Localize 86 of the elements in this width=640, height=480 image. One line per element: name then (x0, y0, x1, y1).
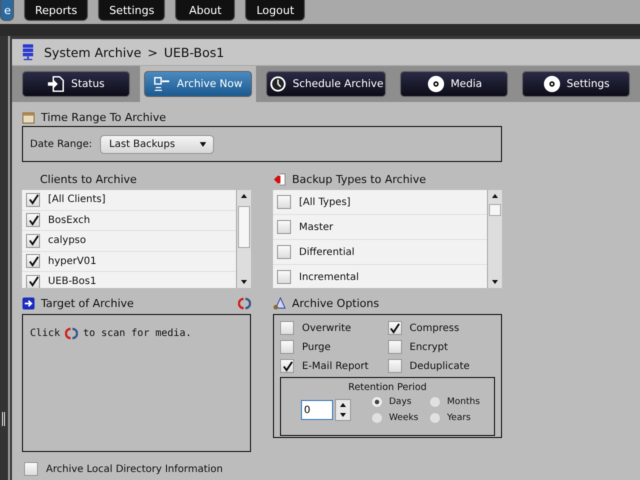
list-item[interactable]: hyperV01 (22, 252, 236, 272)
nav-button[interactable]: Reports (24, 0, 88, 21)
checkbox[interactable] (388, 340, 402, 354)
checkbox[interactable] (280, 359, 294, 373)
list-item[interactable]: BosExch (22, 210, 236, 231)
list-item[interactable]: UEB-Bos1 (22, 272, 236, 288)
breadcrumb-link[interactable]: System Archive (44, 44, 142, 60)
list-item[interactable]: calypso (22, 231, 236, 252)
drive-arrow-icon (22, 296, 35, 310)
checkbox[interactable] (26, 234, 40, 248)
refresh-icon[interactable] (238, 296, 251, 310)
checkbox[interactable] (388, 321, 402, 335)
checkbox[interactable] (280, 340, 294, 354)
nav-button[interactable]: About (175, 0, 236, 21)
disc-icon (542, 75, 561, 93)
option-checkbox[interactable]: Overwrite (280, 321, 388, 335)
checkbox[interactable] (26, 192, 40, 207)
unit-radio[interactable]: Months (429, 396, 489, 408)
checkbox[interactable] (277, 245, 291, 259)
scroll-thumb[interactable] (489, 204, 501, 216)
section-title: Clients to Archive (39, 172, 137, 186)
clock-icon (268, 75, 287, 93)
radio-button[interactable] (429, 396, 441, 408)
scrollbar[interactable] (236, 190, 251, 288)
refresh-icon[interactable] (65, 327, 78, 340)
option-checkbox[interactable]: E-Mail Report (280, 359, 388, 373)
tag-icon (273, 172, 286, 186)
checkbox[interactable] (277, 270, 291, 284)
document-arrow-icon (47, 75, 66, 93)
checkbox[interactable] (388, 359, 402, 373)
list-item[interactable]: [All Types] (273, 190, 487, 215)
checkbox[interactable] (277, 195, 291, 209)
hint-text: to scan for media. (83, 328, 192, 339)
unit-radio[interactable]: Years (429, 412, 489, 424)
section-title: Backup Types to Archive (292, 172, 426, 186)
nav-button[interactable]: e (0, 0, 14, 21)
section-title: Archive Options (292, 296, 380, 310)
list-item[interactable]: [All Clients] (22, 190, 236, 210)
radio-button[interactable] (371, 412, 383, 424)
option-checkbox[interactable]: Encrypt (388, 340, 495, 354)
calendar-icon (22, 110, 35, 124)
nav-button[interactable]: Settings (98, 0, 166, 21)
scroll-up-icon[interactable] (240, 193, 248, 199)
checkbox[interactable] (280, 321, 294, 335)
option-checkbox[interactable]: Purge (280, 340, 388, 354)
scroll-down-icon[interactable] (491, 279, 499, 285)
checkbox[interactable] (26, 254, 40, 268)
gear-triangle-icon (273, 296, 286, 310)
hint-text: Click (30, 328, 60, 339)
checkbox[interactable] (24, 462, 38, 476)
tab[interactable]: Schedule Archive (266, 71, 386, 97)
radio-button[interactable] (371, 396, 383, 408)
checkbox[interactable] (26, 213, 40, 228)
option-checkbox[interactable]: Deduplicate (388, 359, 495, 373)
list-item[interactable]: Differential (273, 240, 487, 265)
scrollbar[interactable] (487, 190, 502, 288)
tab[interactable]: Settings (522, 71, 630, 97)
archive-icon (152, 75, 171, 93)
breadcrumb-current: UEB-Bos1 (164, 44, 224, 60)
breadcrumb-separator: > (147, 44, 158, 60)
option-checkbox[interactable]: Compress (388, 321, 495, 335)
caret-icon (199, 140, 208, 148)
section-title: Time Range To Archive (41, 110, 166, 124)
scroll-up-icon[interactable] (491, 193, 499, 199)
list-item[interactable]: Master (273, 215, 487, 240)
scroll-down-icon[interactable] (240, 279, 248, 285)
checkbox[interactable] (277, 220, 291, 234)
spinner[interactable] (335, 399, 351, 421)
resize-handle[interactable] (2, 412, 6, 426)
date-range-dropdown[interactable]: Last Backups (100, 134, 214, 154)
unit-radio[interactable]: Days (371, 396, 429, 408)
tab[interactable]: Media (400, 71, 508, 97)
disc-icon (426, 75, 445, 93)
nav-button[interactable]: Logout (245, 0, 306, 21)
radio-button[interactable] (429, 412, 441, 424)
section-title: Target of Archive (41, 296, 134, 310)
tab[interactable]: Status (22, 71, 130, 97)
field-label: Date Range: (30, 138, 92, 150)
retention-input[interactable]: 0 (301, 400, 333, 420)
checkbox[interactable] (26, 274, 40, 288)
unit-radio[interactable]: Weeks (371, 412, 429, 424)
tab[interactable]: Archive Now (144, 71, 252, 97)
server-icon (22, 43, 34, 61)
scroll-thumb[interactable] (238, 206, 250, 248)
local-directory-option[interactable]: Archive Local Directory Information (22, 462, 251, 476)
retention-title: Retention Period (347, 381, 428, 393)
